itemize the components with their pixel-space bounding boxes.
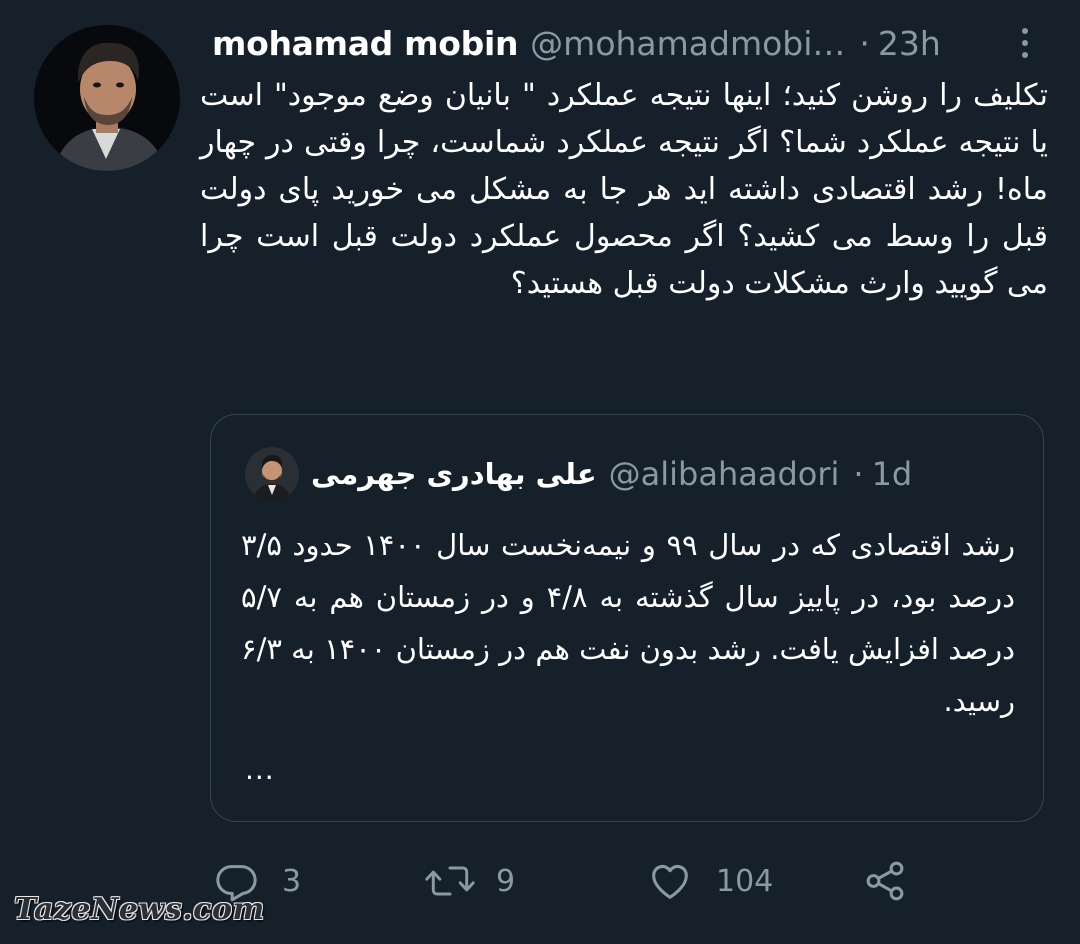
like-icon	[646, 858, 694, 904]
tweet-action-bar: 3 9 104	[214, 856, 934, 906]
share-icon	[862, 858, 908, 904]
tweet-header: mohamad mobin @mohamadmobi… · 23h	[212, 20, 1042, 66]
author-name[interactable]: mohamad mobin	[212, 24, 518, 63]
quoted-tweet-card[interactable]: علی بهادری جهرمی @alibahaadori · 1d رشد …	[210, 414, 1044, 822]
quoted-author-avatar[interactable]	[245, 447, 299, 501]
author-avatar[interactable]	[34, 25, 180, 171]
quoted-author-handle[interactable]: @alibahaadori	[609, 455, 840, 493]
share-button[interactable]	[862, 856, 908, 906]
quoted-author-name[interactable]: علی بهادری جهرمی	[311, 457, 597, 491]
header-separator: ·	[859, 23, 870, 63]
quoted-tweet-ellipsis: ...	[245, 753, 275, 786]
retweet-button[interactable]: 9	[424, 856, 515, 906]
tweet-page: mohamad mobin @mohamadmobi… · 23h تکلیف …	[0, 0, 1080, 944]
quoted-tweet-text: رشد اقتصادی که در سال ۹۹ و نیمه‌نخست سال…	[241, 528, 1016, 718]
reply-count: 3	[282, 863, 302, 899]
author-handle[interactable]: @mohamadmobi…	[530, 24, 845, 63]
site-watermark: TazeNews.com	[14, 892, 265, 927]
retweet-icon	[424, 858, 476, 904]
retweet-count: 9	[496, 863, 516, 899]
tweet-text: تکلیف را روشن کنید؛ اینها نتیجه عملکرد "…	[200, 78, 1048, 301]
quoted-tweet-header: علی بهادری جهرمی @alibahaadori · 1d	[311, 451, 912, 497]
tweet-timestamp[interactable]: 23h	[878, 24, 941, 63]
more-options-icon[interactable]	[1020, 26, 1030, 60]
quoted-tweet-timestamp[interactable]: 1d	[872, 455, 913, 493]
like-button[interactable]: 104	[646, 856, 773, 906]
like-count: 104	[716, 863, 774, 899]
quoted-header-separator: ·	[853, 455, 864, 493]
